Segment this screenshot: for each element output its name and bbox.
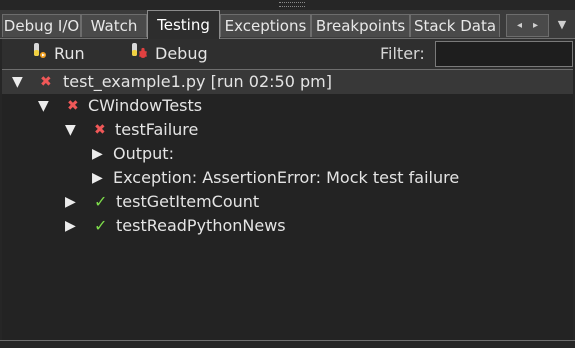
test-results-tree: ▼ ✖ test_example1.py [run 02:50 pm] ▼ ✖ … [2, 70, 573, 340]
pass-check-icon: ✓ [94, 216, 108, 235]
filter-input[interactable] [435, 41, 573, 67]
tab-debug-io[interactable]: Debug I/O [2, 14, 81, 37]
pass-check-icon: ✓ [94, 192, 108, 211]
tree-row-test-read-python-news[interactable]: ▶ ✓ testReadPythonNews [2, 214, 573, 238]
fail-x-icon: ✖ [67, 98, 79, 114]
tab-stack-data[interactable]: Stack Data [410, 14, 500, 37]
testing-toolbar: Run Debug Filter: [2, 39, 573, 70]
tab-exceptions[interactable]: Exceptions [220, 14, 311, 37]
expand-triangle-icon[interactable]: ▼ [12, 70, 23, 94]
tree-row-label: Output: [113, 144, 174, 163]
tree-row-label: test_example1.py [run 02:50 pm] [63, 72, 332, 91]
tab-scroll-right-icon[interactable]: ▸ [533, 15, 538, 36]
test-tube-debug-icon [131, 40, 149, 70]
collapse-triangle-icon[interactable]: ▶ [65, 190, 76, 214]
panel-bottom-border [0, 340, 575, 341]
tab-scroll-left-icon[interactable]: ◂ [517, 15, 522, 36]
tree-row-label: CWindowTests [88, 96, 203, 115]
tree-row-label: testFailure [115, 120, 199, 139]
tree-row-label: testGetItemCount [116, 192, 260, 211]
tree-row-label: Exception: AssertionError: Mock test fai… [113, 168, 460, 187]
collapse-triangle-icon[interactable]: ▶ [65, 214, 76, 238]
testing-panel: Debug I/O Watch Testing Exceptions Break… [0, 0, 575, 348]
fail-x-icon: ✖ [40, 74, 52, 90]
filter-label: Filter: [380, 44, 425, 63]
tab-breakpoints[interactable]: Breakpoints [311, 14, 410, 37]
expand-triangle-icon[interactable]: ▼ [38, 94, 49, 118]
test-tube-run-icon [32, 40, 48, 70]
debug-label: Debug [155, 44, 208, 63]
drag-grip-icon[interactable] [279, 2, 305, 7]
collapse-triangle-icon[interactable]: ▶ [92, 166, 103, 190]
tab-testing[interactable]: Testing [147, 10, 220, 39]
tree-row-test-class[interactable]: ▼ ✖ CWindowTests [2, 94, 573, 118]
tree-row-label: testReadPythonNews [116, 216, 286, 235]
run-label: Run [54, 44, 85, 63]
tree-row-test-failure[interactable]: ▼ ✖ testFailure [2, 118, 573, 142]
tree-row-test-file[interactable]: ▼ ✖ test_example1.py [run 02:50 pm] [2, 70, 573, 94]
tree-row-output[interactable]: ▶ Output: [2, 142, 573, 166]
collapse-triangle-icon[interactable]: ▶ [92, 142, 103, 166]
tree-row-exception[interactable]: ▶ Exception: AssertionError: Mock test f… [2, 166, 573, 190]
debug-button[interactable]: Debug [131, 39, 208, 69]
run-button[interactable]: Run [32, 39, 85, 69]
expand-triangle-icon[interactable]: ▼ [65, 118, 76, 142]
tab-strip: Debug I/O Watch Testing Exceptions Break… [0, 10, 575, 39]
fail-x-icon: ✖ [94, 122, 106, 138]
tab-menu-icon[interactable]: ▼ [552, 14, 572, 37]
tree-row-test-get-item-count[interactable]: ▶ ✓ testGetItemCount [2, 190, 573, 214]
tab-watch[interactable]: Watch [81, 14, 147, 37]
tab-scroll-buttons: ◂ ▸ [506, 14, 549, 37]
